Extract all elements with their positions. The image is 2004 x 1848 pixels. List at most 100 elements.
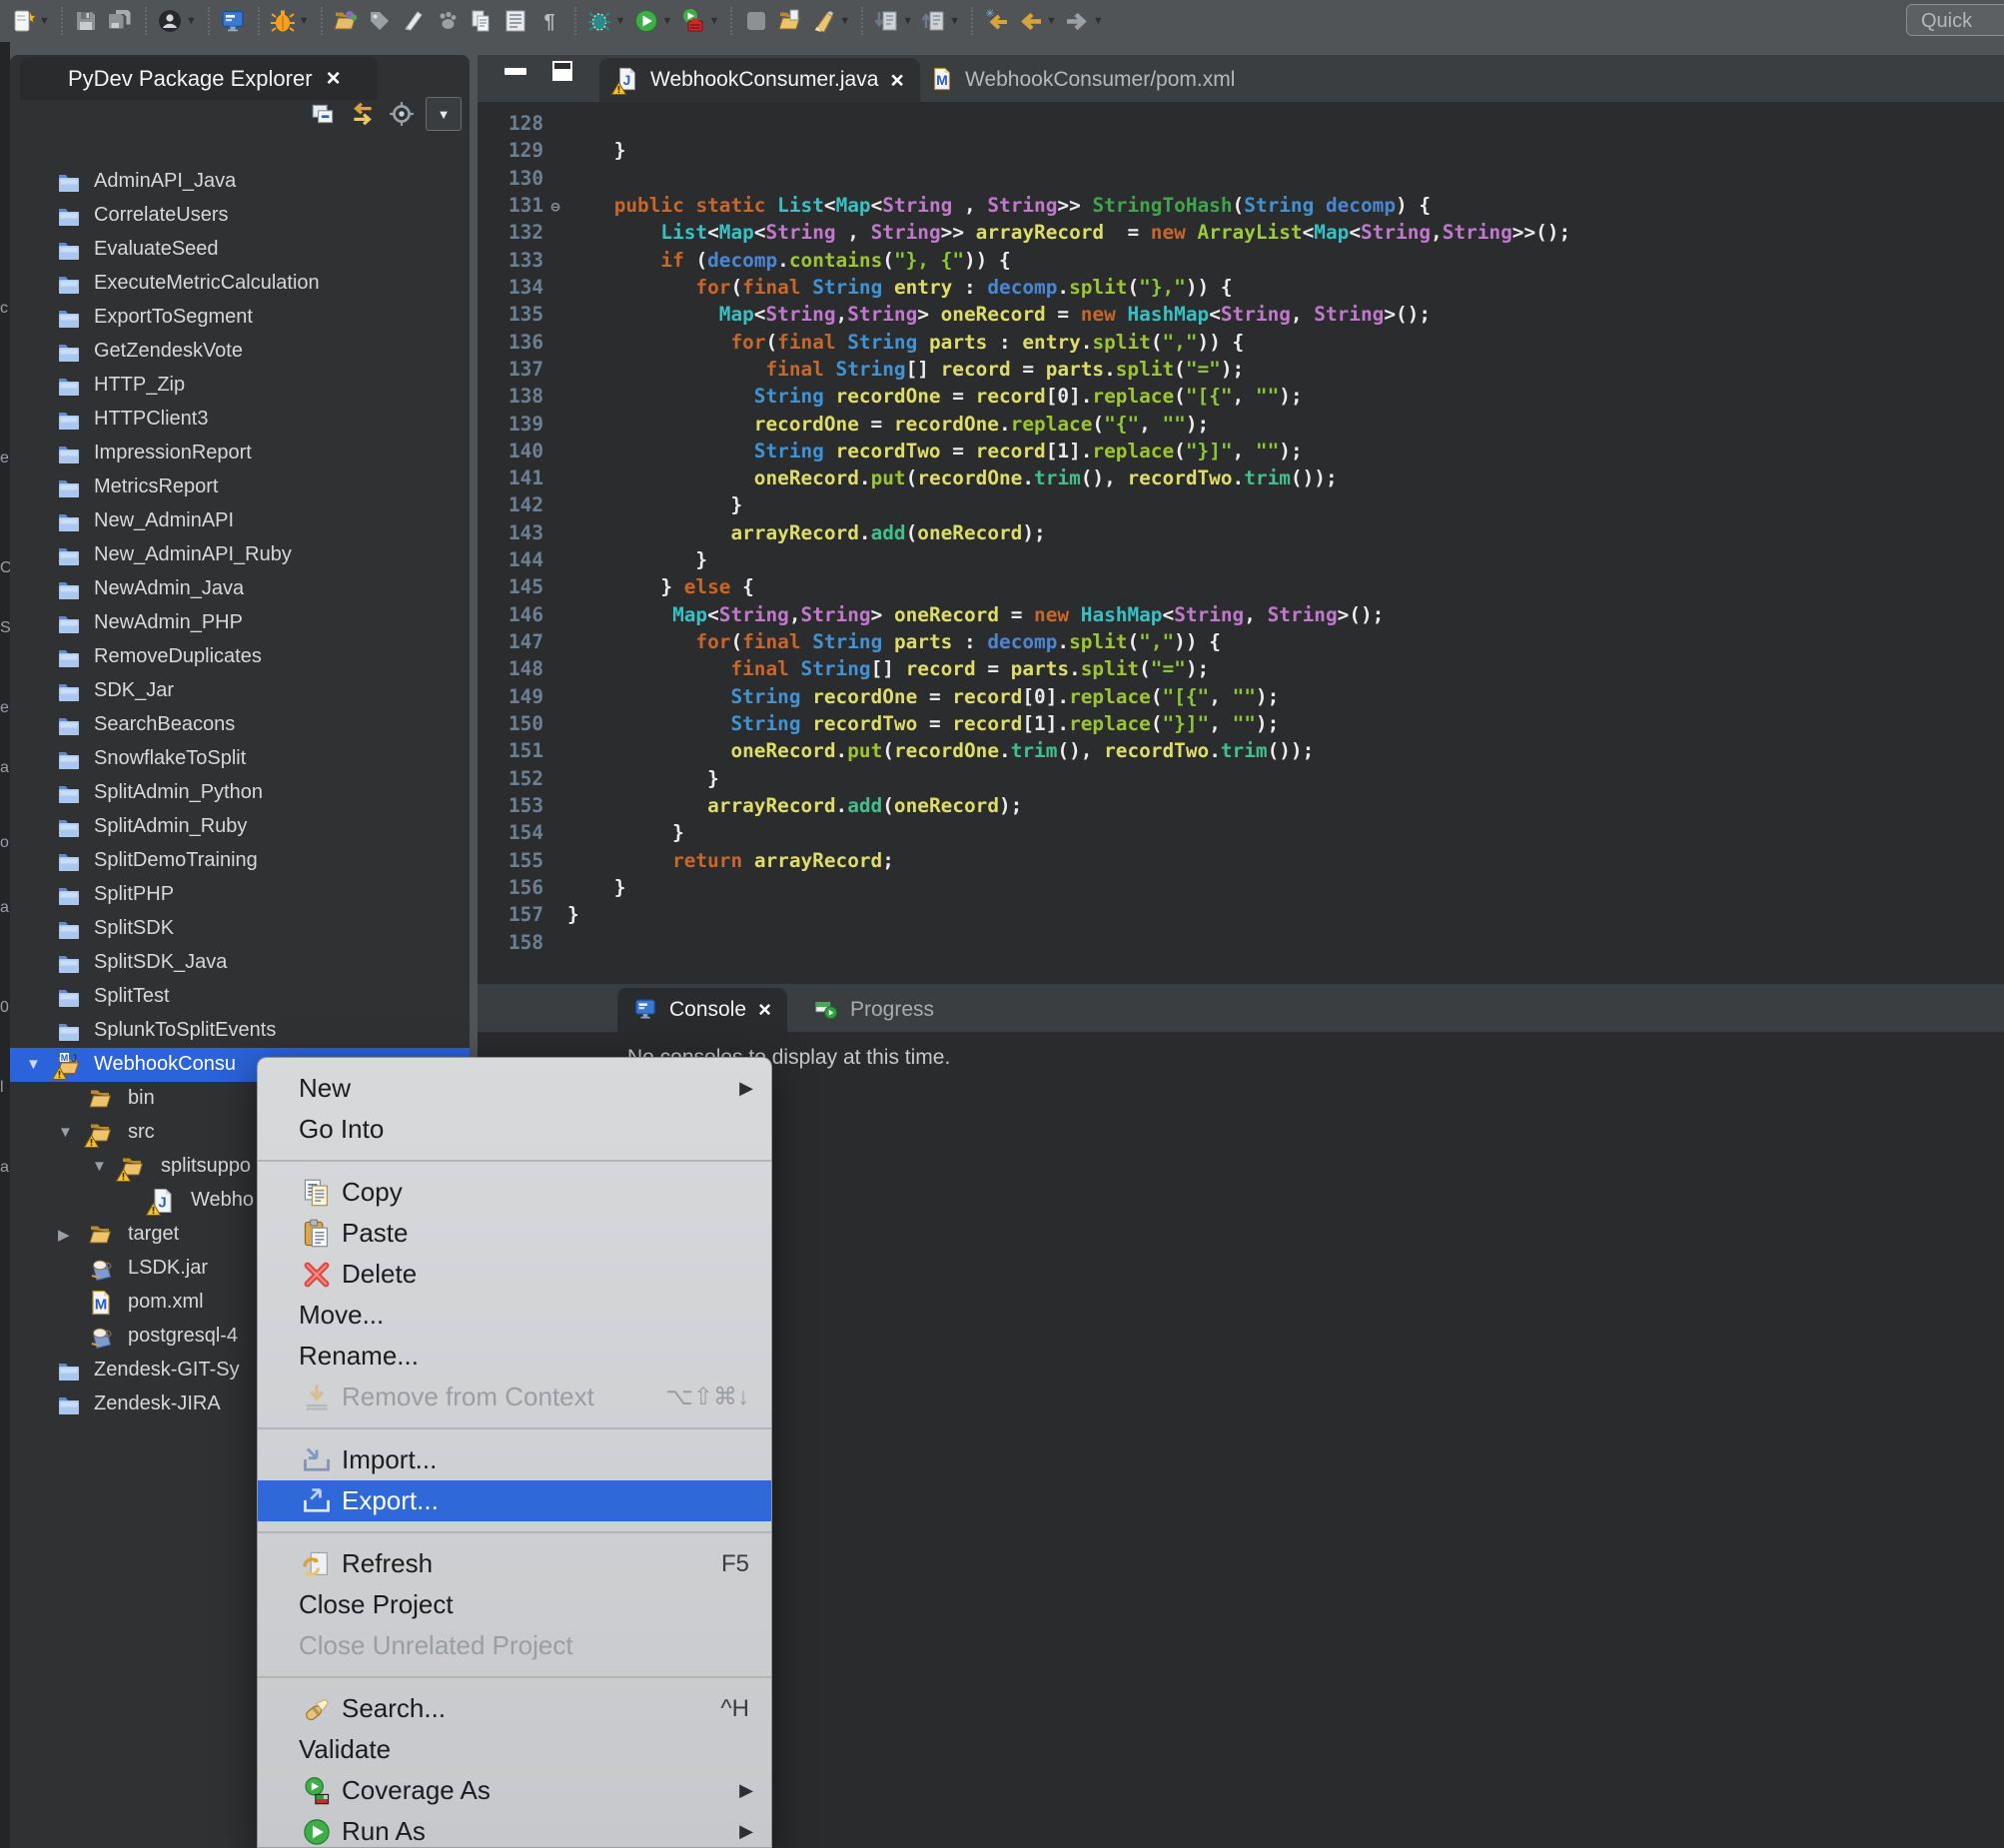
back-button[interactable]: ▼ — [1017, 8, 1057, 35]
dropdown-caret-icon[interactable]: ▼ — [662, 15, 673, 27]
tree-item-metricsreport[interactable]: MetricsReport — [10, 470, 470, 504]
open-folder-button[interactable] — [742, 8, 769, 35]
collapse-arrow-icon[interactable]: ▼ — [92, 1158, 107, 1175]
tree-item-newadmin-java[interactable]: NewAdmin_Java — [10, 572, 470, 606]
menu-item-coverage-as[interactable]: Coverage As▶ — [258, 1770, 771, 1811]
tree-item-adminapi-java[interactable]: AdminAPI_Java — [10, 165, 470, 199]
import-items-button[interactable]: ▼ — [873, 8, 913, 35]
fold-marker-icon[interactable]: ⊖ — [543, 193, 567, 221]
tree-item-splunktosplitevents[interactable]: SplunkToSplitEvents — [10, 1014, 470, 1048]
run-config-button[interactable]: ▼ — [679, 8, 719, 35]
back-snapback-button[interactable]: ✳ — [983, 8, 1010, 35]
collapse-arrow-icon[interactable]: ▼ — [58, 1124, 73, 1141]
tree-item-splittest[interactable]: SplitTest — [10, 980, 470, 1014]
dropdown-caret-icon[interactable]: ▼ — [902, 15, 913, 27]
pilcrow-button[interactable]: ¶ — [536, 8, 563, 35]
tree-item-getzendeskvote[interactable]: GetZendeskVote — [10, 335, 470, 369]
tree-item-executemetriccalculation[interactable]: ExecuteMetricCalculation — [10, 267, 470, 301]
menu-item-go-into[interactable]: Go Into — [258, 1109, 771, 1150]
tree-item-splitsdk-java[interactable]: SplitSDK_Java — [10, 946, 470, 980]
dropdown-caret-icon[interactable]: ▼ — [708, 15, 719, 27]
code-editor[interactable]: 128129 }130131⊖ public static List<Map<S… — [478, 102, 2004, 984]
menu-item-export[interactable]: Export... — [258, 1480, 771, 1521]
maximize-icon[interactable] — [552, 61, 572, 81]
tree-item-httpclient3[interactable]: HTTPClient3 — [10, 403, 470, 437]
menu-item-search[interactable]: Search...^H — [258, 1688, 771, 1729]
folder-paste-button[interactable] — [776, 8, 803, 35]
editor-tab-webhookconsumer-pom-xml[interactable]: MWebhookConsumer/pom.xml — [914, 58, 1251, 102]
editor-tab-webhookconsumer-java[interactable]: JWebhookConsumer.java× — [599, 58, 920, 102]
console-tab-progress[interactable]: Progress — [798, 988, 950, 1032]
tree-item-evaluateseed[interactable]: EvaluateSeed — [10, 233, 470, 267]
save-all-button[interactable] — [107, 8, 134, 35]
tree-item-searchbeacons[interactable]: SearchBeacons — [10, 708, 470, 742]
tree-item-correlateusers[interactable]: CorrelateUsers — [10, 199, 470, 233]
export-items-button[interactable]: ▼ — [920, 8, 960, 35]
collapse-all-icon[interactable] — [309, 99, 339, 129]
tree-item-splitadmin-python[interactable]: SplitAdmin_Python — [10, 776, 470, 810]
tree-item-new-adminapi-ruby[interactable]: New_AdminAPI_Ruby — [10, 538, 470, 572]
user-button[interactable]: ▼ — [157, 8, 197, 35]
tag-button[interactable] — [367, 8, 394, 35]
menu-item-close-project[interactable]: Close Project — [258, 1584, 771, 1625]
menu-item-run-as[interactable]: Run As▶ — [258, 1811, 771, 1848]
tab-pydev-package-explorer[interactable]: PyDev Package Explorer × — [20, 57, 378, 100]
marker-button[interactable]: ▼ — [810, 8, 850, 35]
tree-item-snowflaketosplit[interactable]: SnowflakeToSplit — [10, 742, 470, 776]
tree-item-exporttosegment[interactable]: ExportToSegment — [10, 301, 470, 335]
quick-access-box[interactable]: Quick — [1906, 4, 2004, 36]
menu-item-delete[interactable]: Delete — [258, 1254, 771, 1295]
dropdown-caret-icon[interactable]: ▼ — [949, 15, 960, 27]
focus-icon[interactable] — [387, 99, 417, 129]
debug-beetle-button[interactable]: ▼ — [586, 8, 626, 35]
dropdown-caret-icon[interactable]: ▼ — [1046, 15, 1057, 27]
menu-item-paste[interactable]: Paste — [258, 1213, 771, 1254]
menu-item-validate[interactable]: Validate — [258, 1729, 771, 1770]
copy-doc-button[interactable] — [469, 8, 496, 35]
dropdown-caret-icon[interactable]: ▼ — [299, 15, 310, 27]
forward-button[interactable]: ▼ — [1064, 8, 1104, 35]
collapse-arrow-icon[interactable]: ▼ — [26, 1056, 41, 1073]
tree-item-splitphp[interactable]: SplitPHP — [10, 878, 470, 912]
folder-blue-icon — [56, 678, 82, 704]
dropdown-caret-icon[interactable]: ▼ — [839, 15, 850, 27]
menu-item-rename[interactable]: Rename... — [258, 1336, 771, 1377]
menu-item-new[interactable]: New▶ — [258, 1068, 771, 1109]
save-button[interactable] — [73, 8, 100, 35]
open-resource-button[interactable] — [333, 8, 360, 35]
menu-item-copy[interactable]: Copy — [258, 1172, 771, 1213]
tree-item-removeduplicates[interactable]: RemoveDuplicates — [10, 640, 470, 674]
bug-orange-button[interactable]: ▼ — [270, 8, 310, 35]
knife-button[interactable] — [401, 8, 428, 35]
list-view-button[interactable] — [502, 8, 529, 35]
new-wizard-button[interactable]: ▼ — [10, 8, 50, 35]
tree-item-splitsdk[interactable]: SplitSDK — [10, 912, 470, 946]
tree-item-sdk-jar[interactable]: SDK_Jar — [10, 674, 470, 708]
tree-item-splitadmin-ruby[interactable]: SplitAdmin_Ruby — [10, 810, 470, 844]
tree-item-new-adminapi[interactable]: New_AdminAPI — [10, 504, 470, 538]
console-view-button[interactable] — [220, 8, 247, 35]
close-icon[interactable]: × — [327, 65, 341, 93]
minimize-icon[interactable] — [504, 68, 526, 75]
close-icon[interactable]: × — [758, 997, 771, 1023]
tree-item-splitdemotraining[interactable]: SplitDemoTraining — [10, 844, 470, 878]
dropdown-caret-icon[interactable]: ▼ — [186, 15, 197, 27]
tree-item-impressionreport[interactable]: ImpressionReport — [10, 437, 470, 470]
dropdown-caret-icon[interactable]: ▼ — [1093, 15, 1104, 27]
run-button[interactable]: ▼ — [633, 8, 673, 35]
link-editor-icon[interactable] — [348, 99, 378, 129]
dropdown-caret-icon[interactable]: ▼ — [39, 15, 50, 27]
dropdown-caret-icon[interactable]: ▼ — [615, 15, 626, 27]
tree-item-http-zip[interactable]: HTTP_Zip — [10, 369, 470, 403]
submenu-arrow-icon: ▶ — [739, 1780, 753, 1801]
menu-item-import[interactable]: Import... — [258, 1439, 771, 1480]
tree-item-label: ExportToSegment — [94, 306, 253, 329]
console-tab-console[interactable]: Console× — [617, 988, 787, 1032]
menu-item-move[interactable]: Move... — [258, 1295, 771, 1336]
expand-arrow-icon[interactable]: ▶ — [58, 1226, 70, 1244]
tree-item-newadmin-php[interactable]: NewAdmin_PHP — [10, 606, 470, 640]
paw-button[interactable] — [435, 8, 462, 35]
menu-item-refresh[interactable]: RefreshF5 — [258, 1543, 771, 1584]
close-icon[interactable]: × — [890, 67, 903, 94]
view-menu-icon[interactable]: ▼ — [426, 97, 462, 131]
